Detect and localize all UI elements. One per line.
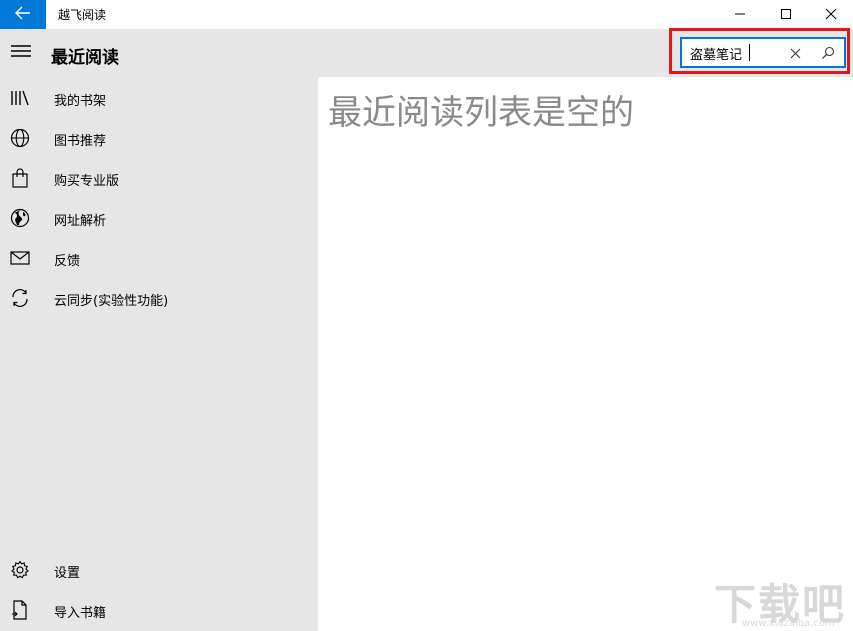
- back-button[interactable]: [0, 0, 46, 29]
- sidebar-item-label: 云同步(实验性功能): [54, 294, 169, 309]
- arrow-left-icon: [15, 5, 31, 24]
- world-icon: [9, 208, 31, 228]
- sidebar-item-cloud-sync[interactable]: 云同步(实验性功能): [0, 278, 318, 318]
- sidebar-item-label: 我的书架: [54, 94, 107, 109]
- clear-icon: [790, 45, 801, 63]
- title-bar: 越飞阅读: [0, 0, 853, 29]
- search-icon: [821, 45, 835, 64]
- sidebar: 我的书架 图书推荐 购买专业版 网址解析 反馈 云同步(实验性功能) 设置 导入…: [0, 77, 318, 631]
- sidebar-item-label: 设置: [54, 566, 81, 581]
- watermark: 下载吧 www.xiazaiba.com: [712, 571, 850, 631]
- sidebar-item-label: 图书推荐: [54, 134, 107, 149]
- app-title: 越飞阅读: [58, 8, 107, 22]
- sidebar-item-url-parse[interactable]: 网址解析: [0, 198, 318, 238]
- empty-list-message: 最近阅读列表是空的: [328, 93, 634, 133]
- search-button[interactable]: [818, 44, 838, 64]
- page-title: 最近阅读: [51, 48, 119, 68]
- gear-icon: [9, 560, 31, 580]
- text-caret: [749, 44, 750, 61]
- sidebar-item-recommend[interactable]: 图书推荐: [0, 118, 318, 158]
- mail-icon: [9, 248, 31, 268]
- maximize-button[interactable]: [763, 0, 809, 29]
- search-clear-button[interactable]: [785, 44, 805, 64]
- search-input[interactable]: [690, 43, 782, 63]
- sidebar-item-settings[interactable]: 设置: [0, 550, 318, 590]
- sidebar-item-import-books[interactable]: 导入书籍: [0, 590, 318, 630]
- globe-icon: [9, 128, 31, 148]
- maximize-icon: [780, 5, 792, 24]
- minimize-button[interactable]: [717, 0, 763, 29]
- sidebar-item-label: 反馈: [54, 254, 81, 269]
- shopping-bag-icon: [9, 168, 31, 188]
- bookshelf-icon: [9, 88, 31, 108]
- hamburger-icon: [10, 43, 32, 63]
- sidebar-item-label: 网址解析: [54, 214, 107, 229]
- close-icon: [825, 5, 837, 24]
- sidebar-item-feedback[interactable]: 反馈: [0, 238, 318, 278]
- sidebar-item-label: 导入书籍: [54, 606, 107, 621]
- watermark-url: www.xiazaiba.com: [742, 618, 835, 629]
- menu-button[interactable]: [8, 41, 34, 65]
- minimize-icon: [734, 5, 746, 24]
- search-box[interactable]: [680, 37, 846, 68]
- sync-icon: [9, 288, 31, 308]
- sidebar-item-bookshelf[interactable]: 我的书架: [0, 78, 318, 118]
- main-content: 最近阅读列表是空的: [318, 77, 853, 631]
- app-window: 越飞阅读 最近阅读 盗墓笔记 我的书架 图书推荐 购买专业版 网址解析 反馈 云…: [0, 0, 853, 631]
- sidebar-item-buy-pro[interactable]: 购买专业版: [0, 158, 318, 198]
- sidebar-item-label: 购买专业版: [54, 174, 120, 189]
- import-file-icon: [9, 600, 31, 620]
- close-button[interactable]: [808, 0, 853, 29]
